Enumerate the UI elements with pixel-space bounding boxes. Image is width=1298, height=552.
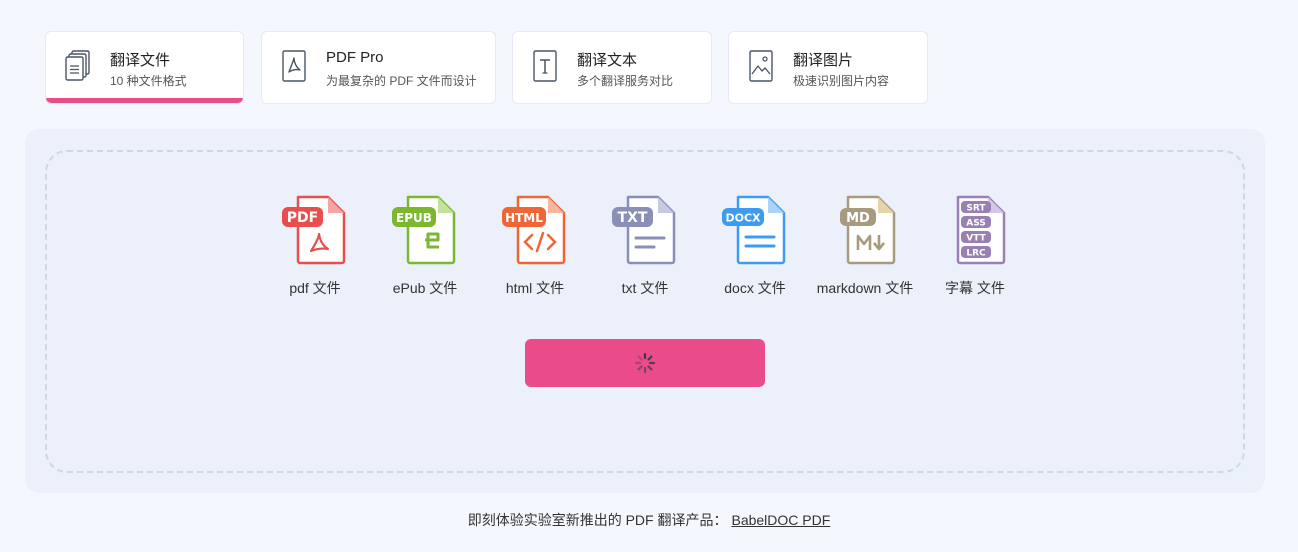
tab-translate-file[interactable]: 翻译文件 10 种文件格式 bbox=[45, 31, 244, 104]
babeldoc-link[interactable]: BabelDOC PDF bbox=[731, 512, 830, 528]
file-type-label: markdown 文件 bbox=[816, 280, 914, 296]
file-badge-text: LRC bbox=[966, 249, 986, 259]
file-type-label: ePub 文件 bbox=[392, 280, 458, 296]
tab-translate-image[interactable]: 翻译图片 极速识别图片内容 bbox=[728, 31, 928, 104]
loading-spinner-icon bbox=[634, 352, 656, 374]
tab-subtitle: 多个翻译服务对比 bbox=[577, 74, 674, 88]
tab-subtitle: 极速识别图片内容 bbox=[793, 74, 890, 88]
markdown-file-icon: MD bbox=[840, 195, 896, 265]
file-type-epub: EPUB ePub 文件 bbox=[373, 194, 477, 298]
documents-icon bbox=[65, 50, 90, 81]
file-badge-text: PDF bbox=[287, 210, 318, 226]
tab-pdf-pro[interactable]: PDF Pro 为最复杂的 PDF 文件而设计 bbox=[261, 31, 496, 104]
footer-text: 即刻体验实验室新推出的 PDF 翻译产品： bbox=[467, 512, 728, 528]
tab-translate-text[interactable]: 翻译文本 多个翻译服务对比 bbox=[512, 31, 712, 104]
tab-title: 翻译文件 bbox=[110, 52, 171, 69]
file-badge-text: SRT bbox=[966, 204, 986, 214]
file-badge-text: DOCX bbox=[725, 212, 761, 225]
file-type-label: pdf 文件 bbox=[289, 280, 341, 296]
footer-promo: 即刻体验实验室新推出的 PDF 翻译产品： BabelDOC PDF bbox=[0, 510, 1298, 530]
tab-title: 翻译文本 bbox=[577, 52, 638, 69]
file-type-html: HTML html 文件 bbox=[483, 194, 587, 298]
file-type-markdown: MD markdown 文件 bbox=[813, 194, 917, 298]
txt-file-icon: TXT bbox=[612, 195, 676, 265]
file-badge-text: HTML bbox=[505, 211, 543, 225]
file-badge-text: ASS bbox=[966, 219, 986, 229]
tab-title: 翻译图片 bbox=[793, 52, 854, 69]
file-type-label: txt 文件 bbox=[621, 280, 669, 296]
upload-panel: PDF pdf 文件 EPUB ePub 文件 HTML html 文件 TXT… bbox=[25, 129, 1265, 493]
file-type-label: docx 文件 bbox=[724, 280, 786, 296]
tab-subtitle: 为最复杂的 PDF 文件而设计 bbox=[326, 74, 477, 88]
subtitle-file-icon: SRT ASS VTT LRC bbox=[956, 195, 1006, 265]
file-type-docx: DOCX docx 文件 bbox=[703, 194, 807, 298]
file-dropzone[interactable]: PDF pdf 文件 EPUB ePub 文件 HTML html 文件 TXT… bbox=[45, 150, 1245, 473]
file-type-pdf: PDF pdf 文件 bbox=[263, 194, 367, 298]
file-badge-text: MD bbox=[846, 211, 870, 226]
supported-file-types: PDF pdf 文件 EPUB ePub 文件 HTML html 文件 TXT… bbox=[47, 152, 1243, 322]
epub-file-icon: EPUB bbox=[392, 195, 456, 265]
tab-subtitle: 10 种文件格式 bbox=[110, 74, 187, 88]
text-icon bbox=[533, 50, 557, 82]
tab-title: PDF Pro bbox=[326, 49, 384, 66]
upload-button[interactable] bbox=[525, 339, 765, 387]
pdf-file-icon: PDF bbox=[282, 195, 346, 265]
file-type-txt: TXT txt 文件 bbox=[593, 194, 697, 298]
file-badge-text: TXT bbox=[618, 210, 648, 226]
file-type-label: 字幕 文件 bbox=[945, 280, 1005, 296]
file-type-subtitle: SRT ASS VTT LRC 字幕 文件 bbox=[923, 194, 1027, 298]
file-badge-text: VTT bbox=[966, 234, 986, 244]
html-file-icon: HTML bbox=[502, 195, 566, 265]
docx-file-icon: DOCX bbox=[722, 195, 786, 265]
file-badge-text: EPUB bbox=[396, 211, 432, 225]
file-type-label: html 文件 bbox=[505, 280, 565, 296]
pdf-icon bbox=[282, 50, 306, 82]
image-icon bbox=[749, 50, 773, 82]
